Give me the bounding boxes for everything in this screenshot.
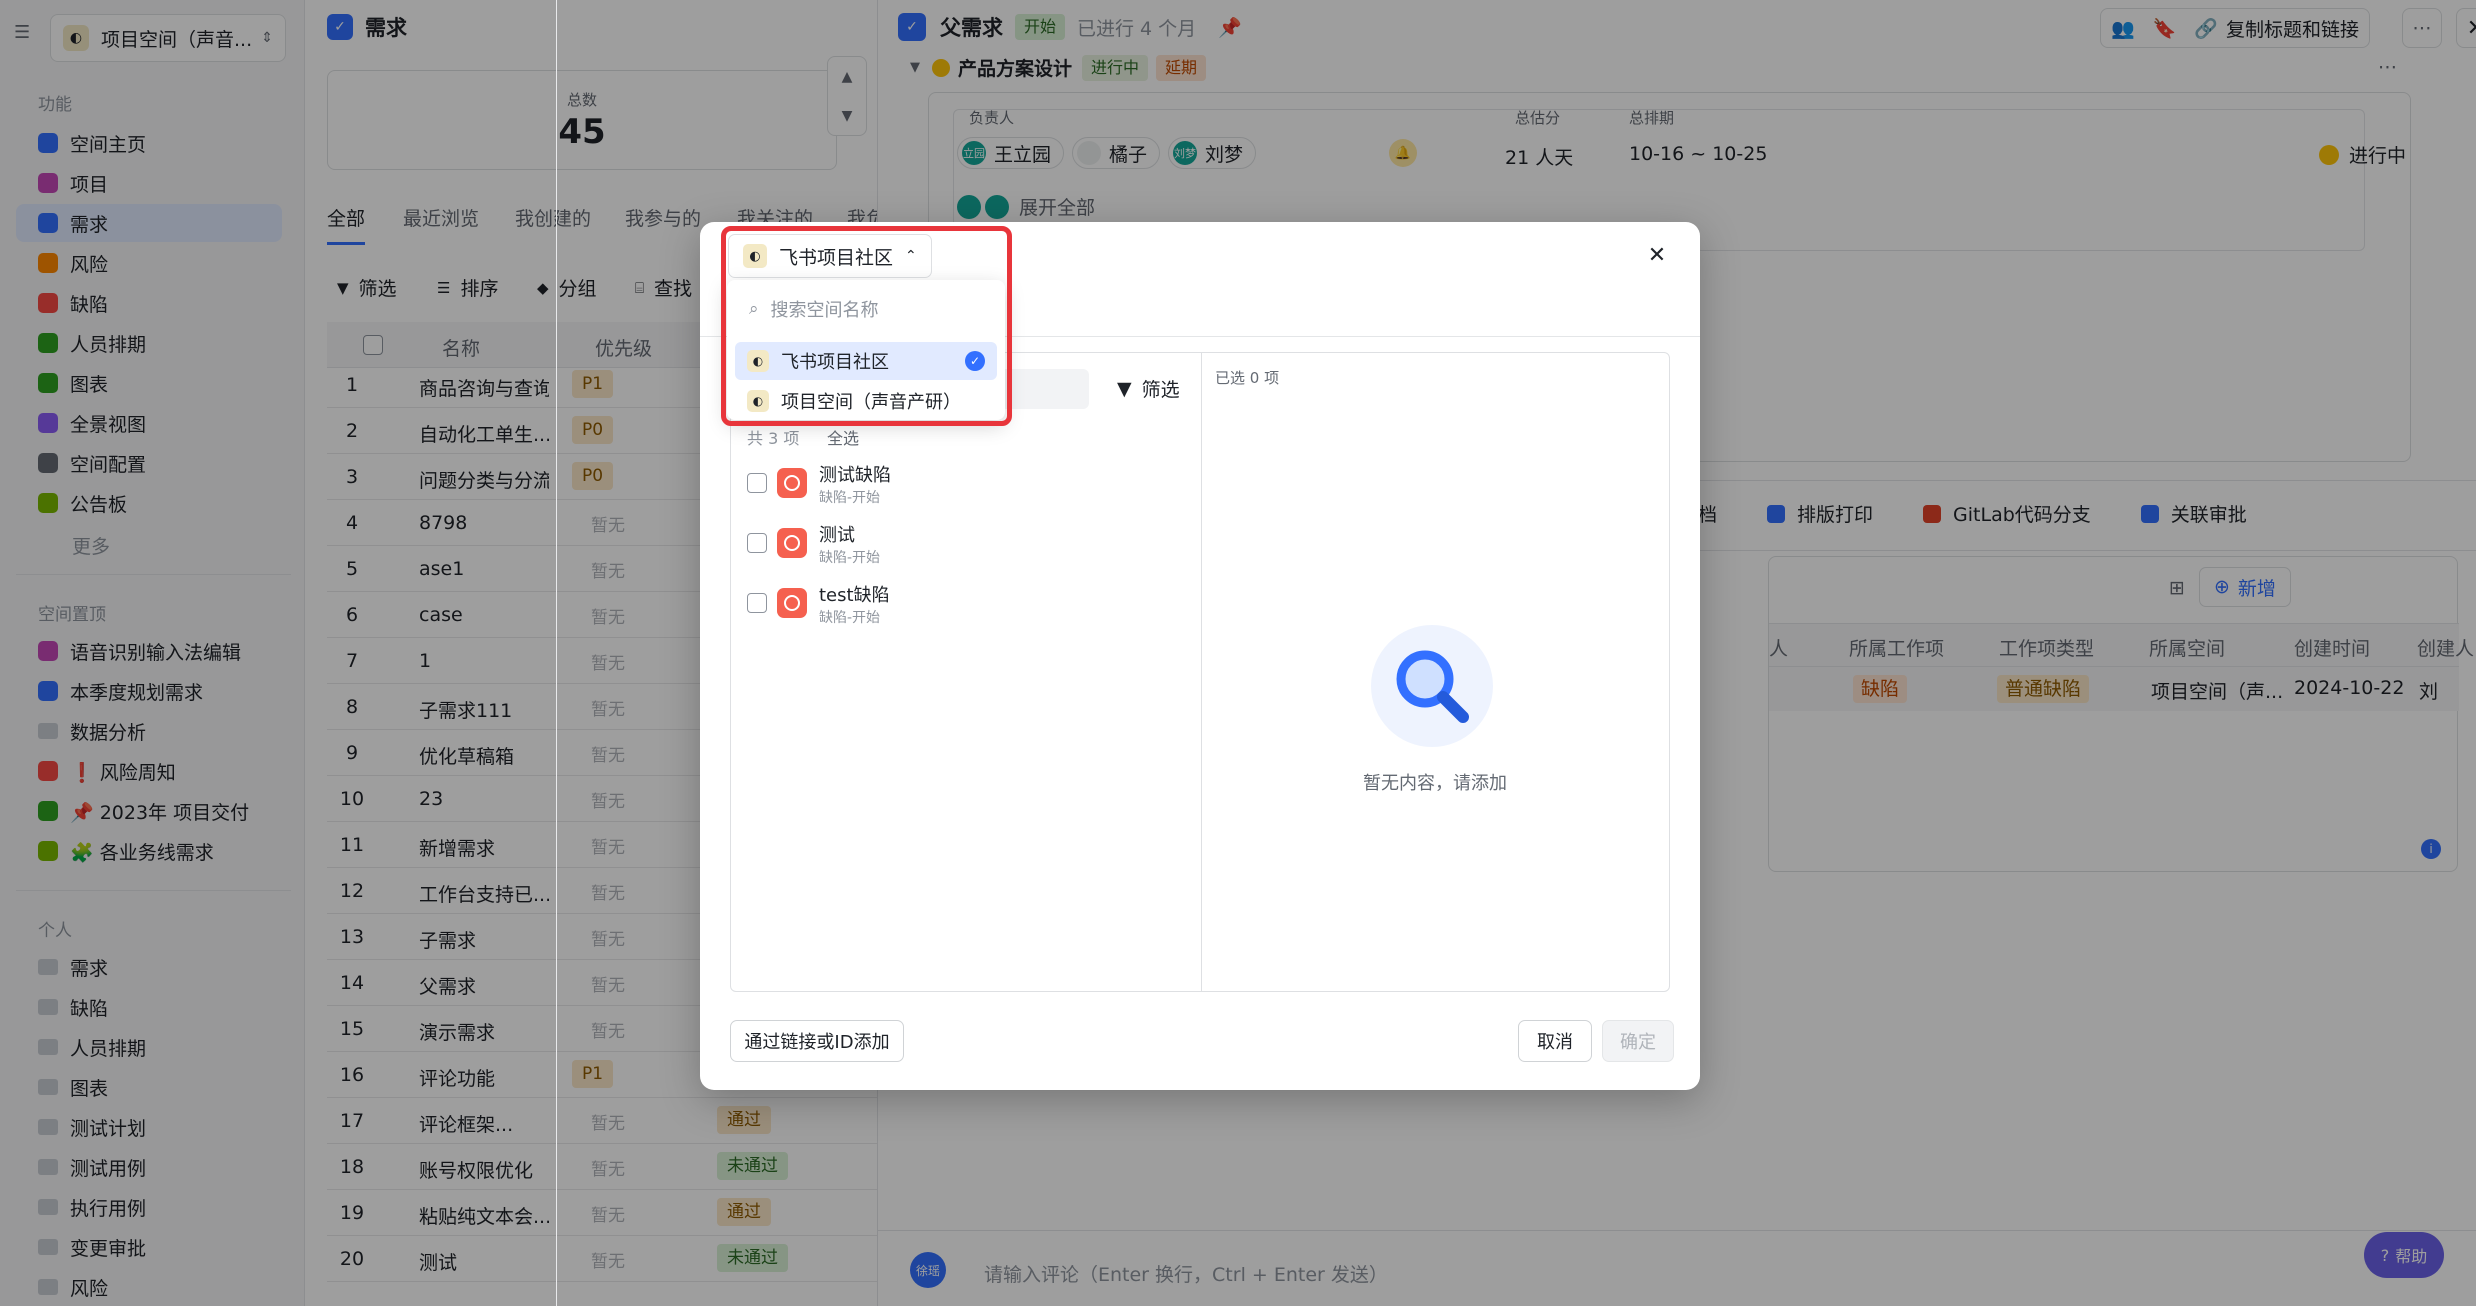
filter-icon: ▼ [1117,377,1132,400]
list-item[interactable]: 测试缺陷-开始 [747,521,1187,577]
item-subtitle: 缺陷-开始 [819,610,881,626]
divider [1201,353,1202,991]
bug-icon [777,528,807,558]
filter-label: 筛选 [1141,379,1180,401]
empty-illustration [1371,625,1493,747]
close-icon[interactable]: ✕ [1642,240,1672,270]
select-all-link[interactable]: 全选 [827,425,859,449]
cancel-label: 取消 [1537,1032,1573,1053]
item-title: 测试 [819,525,855,546]
list-item[interactable]: test缺陷缺陷-开始 [747,581,1187,637]
bug-icon [777,468,807,498]
alert-circle-icon [784,535,800,551]
search-illustration-icon [1396,650,1469,723]
selected-count: 已选 0 项 [1215,369,1280,387]
confirm-button[interactable]: 确定 [1602,1020,1674,1062]
column-divider [556,0,557,1306]
highlight-frame [721,226,1012,426]
list-item[interactable]: 测试缺陷缺陷-开始 [747,461,1187,517]
empty-text: 暂无内容，请添加 [1363,773,1507,794]
item-checkbox[interactable] [747,473,767,493]
alert-circle-icon [784,595,800,611]
cancel-button[interactable]: 取消 [1518,1020,1592,1062]
confirm-label: 确定 [1620,1032,1656,1053]
item-title: 测试缺陷 [819,465,891,486]
bug-icon [777,588,807,618]
item-checkbox[interactable] [747,533,767,553]
add-by-link-label: 通过链接或ID添加 [744,1032,890,1053]
count-label: 共 3 项 [747,429,800,448]
item-subtitle: 缺陷-开始 [819,490,881,506]
alert-circle-icon [784,475,800,491]
add-by-link-button[interactable]: 通过链接或ID添加 [730,1020,904,1062]
filter-button[interactable]: ▼ 筛选 [1117,375,1180,402]
transfer-panel: ▼ 筛选 共 3 项 全选 测试缺陷 缺陷-开始 测试 缺陷-开始 test缺陷 缺陷-开始… [730,352,1670,992]
item-title: test缺陷 [819,585,890,606]
item-subtitle: 缺陷-开始 [819,550,881,566]
item-checkbox[interactable] [747,593,767,613]
